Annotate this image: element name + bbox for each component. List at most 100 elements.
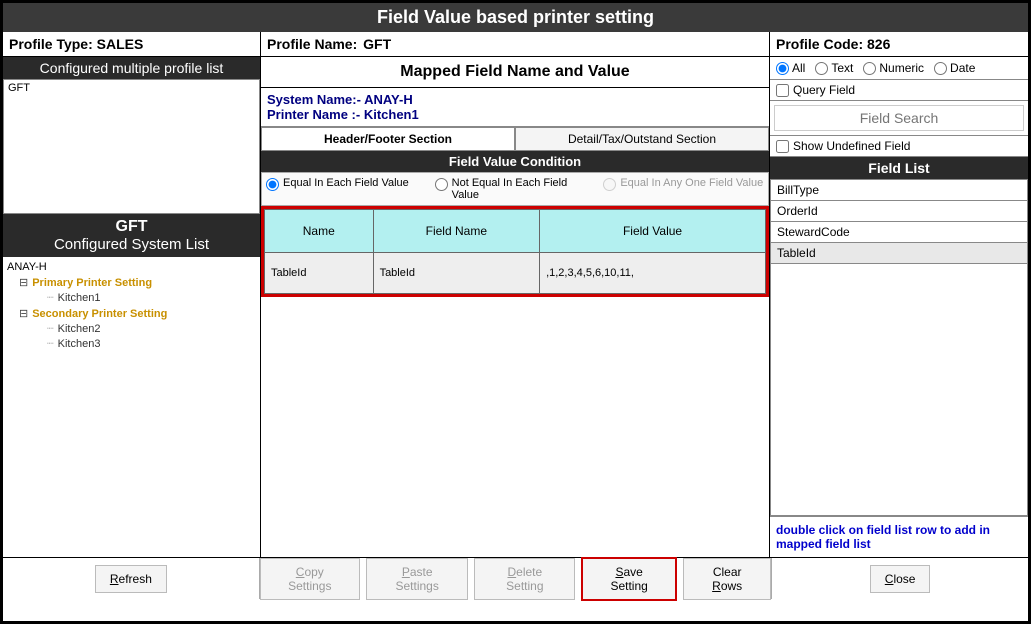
middle-column: Mapped Field Name and Value System Name:… [261,57,770,557]
filter-date-label: Date [950,61,975,75]
grid-row[interactable]: TableId TableId ,1,2,3,4,5,6,10,11, [265,253,766,294]
grid-col-fieldvalue: Field Value [540,210,766,253]
profile-list-item[interactable]: GFT [8,82,255,94]
grid-cell-fieldvalue[interactable]: ,1,2,3,4,5,6,10,11, [540,253,766,294]
tree-leaf[interactable]: Kitchen3 [47,337,256,350]
field-row[interactable]: OrderId [771,201,1027,222]
system-info: System Name:- ANAY-H Printer Name :- Kit… [261,88,769,127]
profile-type-value: SALES [97,36,144,52]
tree-secondary-label: Secondary Printer Setting [32,308,167,320]
clear-rows-button[interactable]: Clear Rows [683,558,771,600]
printer-name-value: Kitchen1 [364,107,419,122]
query-field-label: Query Field [793,83,855,97]
tree-primary-group[interactable]: Primary Printer Setting [19,276,256,289]
printer-name-label: Printer Name :- [267,107,360,122]
field-list[interactable]: BillType OrderId StewardCode TableId [770,179,1028,516]
system-list-line1: GFT [3,218,260,236]
tree-leaf[interactable]: Kitchen1 [47,291,256,304]
field-row[interactable]: StewardCode [771,222,1027,243]
save-setting-button[interactable]: Save Setting [581,557,677,601]
profile-name-label: Profile Name: [267,36,357,52]
tab-header-footer[interactable]: Header/Footer Section [261,127,515,151]
undefined-label: Show Undefined Field [793,139,910,153]
query-field-checkbox[interactable] [776,84,789,97]
grid-col-name: Name [265,210,374,253]
filter-text[interactable]: Text [815,61,853,75]
close-button[interactable]: Close [870,565,931,593]
radio-not-equal[interactable]: Not Equal In Each Field Value [431,173,600,205]
filter-date-input[interactable] [934,62,947,75]
tab-detail-tax[interactable]: Detail/Tax/Outstand Section [515,127,769,151]
mapped-grid-wrap: Name Field Name Field Value TableId Tabl… [261,206,769,297]
mapped-grid[interactable]: Name Field Name Field Value TableId Tabl… [264,209,766,294]
radio-any-one-label: Equal In Any One Field Value [620,177,763,189]
search-input[interactable] [774,105,1024,131]
profile-list-header: Configured multiple profile list [3,57,260,79]
filter-date[interactable]: Date [934,61,975,75]
copy-settings-button[interactable]: Copy Settings [260,558,360,600]
profile-code-label: Profile Code: [776,36,863,52]
section-tabs: Header/Footer Section Detail/Tax/Outstan… [261,127,769,151]
paste-settings-button[interactable]: Paste Settings [366,558,469,600]
filter-numeric[interactable]: Numeric [863,61,924,75]
field-list-hint: double click on field list row to add in… [770,516,1028,557]
window: Field Value based printer setting Profil… [0,0,1031,624]
tree-primary-label: Primary Printer Setting [32,277,152,289]
profile-name-value: GFT [363,36,391,52]
query-field-row[interactable]: Query Field [770,80,1028,101]
field-list-header: Field List [770,157,1028,179]
right-column: All Text Numeric Date Query Field Show U… [770,57,1028,557]
button-bar: Refresh Copy Settings Paste Settings Del… [3,557,1028,599]
btn-cell-middle: Copy Settings Paste Settings Delete Sett… [260,558,773,599]
main-row: Configured multiple profile list GFT GFT… [3,57,1028,557]
system-name-label: System Name:- [267,92,361,107]
undefined-row[interactable]: Show Undefined Field [770,136,1028,157]
undefined-checkbox[interactable] [776,140,789,153]
btn-cell-close: Close [772,558,1028,599]
radio-not-equal-input[interactable] [435,178,448,191]
title-bar: Field Value based printer setting [3,3,1028,32]
mapped-header: Mapped Field Name and Value [261,57,769,88]
radio-equal-input[interactable] [266,178,279,191]
grid-cell-fieldname[interactable]: TableId [373,253,540,294]
condition-header: Field Value Condition [261,151,769,172]
refresh-button[interactable]: Refresh [95,565,167,593]
profile-type: Profile Type: SALES [3,32,261,56]
profile-code: Profile Code: 826 [770,32,1028,56]
filter-all-input[interactable] [776,62,789,75]
radio-any-one[interactable]: Equal In Any One Field Value [599,173,768,205]
filter-all[interactable]: All [776,61,805,75]
field-row[interactable]: TableId [771,243,1027,264]
type-filter-row: All Text Numeric Date [770,57,1028,80]
left-column: Configured multiple profile list GFT GFT… [3,57,261,557]
profile-code-value: 826 [867,36,890,52]
field-row[interactable]: BillType [771,180,1027,201]
tree-root[interactable]: ANAY-H [7,261,256,273]
delete-setting-button[interactable]: Delete Setting [474,558,575,600]
system-name-value: ANAY-H [364,92,413,107]
grid-col-fieldname: Field Name [373,210,540,253]
filter-numeric-input[interactable] [863,62,876,75]
radio-equal-label: Equal In Each Field Value [283,177,409,189]
radio-any-one-input[interactable] [603,178,616,191]
system-tree[interactable]: ANAY-H Primary Printer Setting Kitchen1 … [3,257,260,557]
tree-leaf[interactable]: Kitchen2 [47,322,256,335]
filter-all-label: All [792,61,805,75]
system-list-header: GFT Configured System List [3,214,260,257]
filter-numeric-label: Numeric [879,61,924,75]
profile-info-row: Profile Type: SALES Profile Name: GFT Pr… [3,32,1028,57]
search-box [770,101,1028,136]
radio-not-equal-label: Not Equal In Each Field Value [452,177,596,201]
system-list-line2: Configured System List [3,236,260,253]
profile-type-label: Profile Type: [9,36,93,52]
grid-empty-area [261,297,769,557]
grid-cell-name[interactable]: TableId [265,253,374,294]
filter-text-label: Text [831,61,853,75]
tree-secondary-group[interactable]: Secondary Printer Setting [19,307,256,320]
filter-text-input[interactable] [815,62,828,75]
profile-name: Profile Name: GFT [261,32,770,56]
radio-equal[interactable]: Equal In Each Field Value [262,173,431,205]
btn-cell-refresh: Refresh [3,558,260,599]
condition-radios: Equal In Each Field Value Not Equal In E… [261,172,769,206]
profile-list[interactable]: GFT [3,79,260,214]
